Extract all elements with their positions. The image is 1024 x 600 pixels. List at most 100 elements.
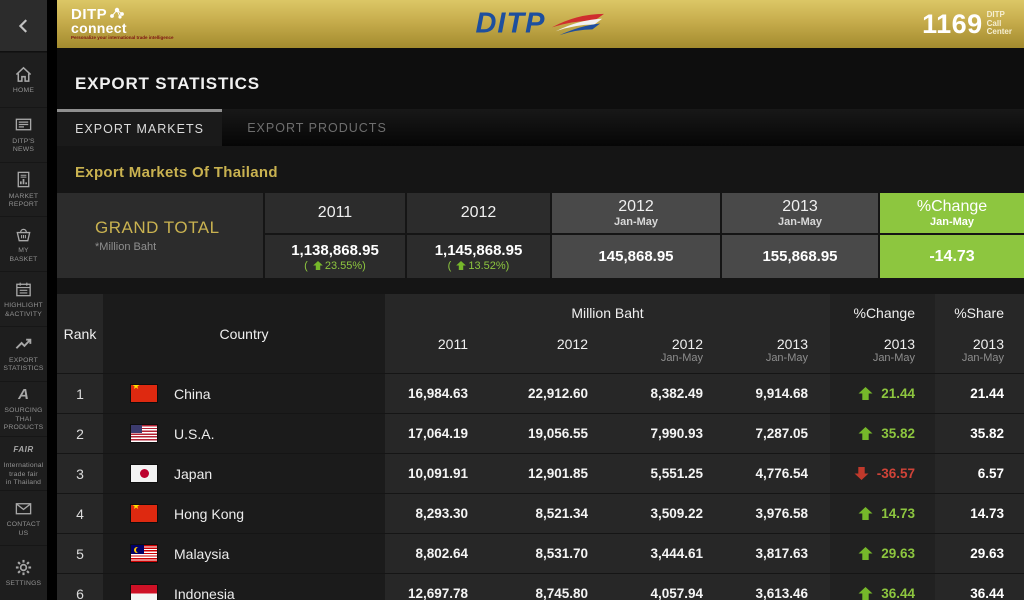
- rank-column-header: Rank: [57, 294, 103, 373]
- tab-export-markets[interactable]: EXPORT MARKETS: [57, 109, 222, 146]
- change-value: 21.44: [881, 386, 915, 401]
- id-flag-icon: [131, 585, 157, 600]
- percent-share-title: %Share: [954, 305, 1004, 321]
- rank-cell: 6: [57, 574, 103, 600]
- rank-cell: 4: [57, 494, 103, 533]
- ditp-logo: DITP: [475, 8, 605, 41]
- arrow-up-icon: [858, 587, 873, 600]
- value-cell: 12,901.85: [490, 454, 610, 493]
- brand-tagline: Personalize your international trade int…: [71, 35, 174, 41]
- country-cell: Japan: [103, 454, 385, 493]
- jp-flag-icon: [131, 465, 157, 482]
- year-subheaders: 2011 2012 2012 Jan-May 2013 Jan-May: [385, 335, 830, 364]
- value-cell: 5,551.25: [610, 454, 725, 493]
- sidebar-item-home[interactable]: HOME: [0, 52, 47, 107]
- arrow-up-icon: [858, 387, 873, 400]
- tab-export-products[interactable]: EXPORT PRODUCTS: [222, 109, 412, 146]
- sidebar-item-ditps-news[interactable]: DITP'S NEWS: [0, 106, 47, 162]
- value-cell: 12,697.78: [385, 574, 490, 600]
- sidebar-item-trade-fair[interactable]: FAIR International trade fair in Thailand: [0, 435, 47, 491]
- sidebar-item-label: International trade fair in Thailand: [3, 462, 44, 487]
- percent-share-column-header: %Share 2013 Jan-May: [935, 294, 1024, 373]
- table-row[interactable]: 1 ★ China 16,984.63 22,912.60 8,382.49 9,914.6…: [57, 374, 1024, 413]
- arrow-down-icon: [854, 467, 869, 480]
- share-cell: 29.63: [935, 534, 1024, 573]
- sidebar-item-market-report[interactable]: MARKET REPORT: [0, 161, 47, 217]
- sidebar-item-label: DITP'S NEWS: [12, 137, 35, 154]
- grand-total-unit: *Million Baht: [95, 241, 157, 253]
- grand-total-title: GRAND TOTAL: [95, 218, 220, 237]
- grand-total-column-3: 2013 Jan-May 155,868.95: [722, 193, 878, 278]
- country-name: U.S.A.: [174, 425, 215, 442]
- ditp-swoosh-icon: [551, 13, 604, 35]
- chevron-left-icon: [18, 18, 27, 33]
- grand-total-column-value: 1,138,868.95( 23.55%): [265, 235, 405, 278]
- sidebar-item-settings[interactable]: SETTINGS: [0, 545, 47, 600]
- statistics-sheet: Export Markets Of Thailand GRAND TOTAL *…: [57, 146, 1024, 600]
- country-cell: ★ China: [103, 374, 385, 413]
- report-icon: [14, 170, 33, 190]
- main-column: DITP connect Personalize your internatio…: [47, 0, 1024, 600]
- grand-total-column-header: 2012: [407, 193, 550, 233]
- sidebar-item-highlight-activity[interactable]: HIGHLIGHT &ACTIVITY: [0, 271, 47, 326]
- change-cell: 14.73: [830, 494, 935, 533]
- calendar-icon: [14, 279, 33, 299]
- back-button[interactable]: [0, 0, 47, 52]
- table-row[interactable]: 6 Indonesia 12,697.78 8,745.80 4,057.94 3,613…: [57, 574, 1024, 600]
- change-period: Jan-May: [872, 351, 915, 364]
- value-cell: 4,776.54: [725, 454, 830, 493]
- arrow-up-icon: [313, 261, 323, 270]
- sidebar-item-export-statistics[interactable]: EXPORT STATISTICS: [0, 325, 47, 381]
- tab-bar: EXPORT MARKETS EXPORT PRODUCTS: [57, 109, 1024, 146]
- country-cell: ★ Hong Kong: [103, 494, 385, 533]
- news-icon: [14, 115, 33, 135]
- us-flag-icon: [131, 425, 157, 442]
- change-value: 29.63: [881, 546, 915, 561]
- trend-icon: [14, 334, 33, 354]
- year-column-header: 2012: [556, 335, 588, 352]
- change-value: 14.73: [881, 506, 915, 521]
- country-cell: U.S.A.: [103, 414, 385, 453]
- content-area: EXPORT STATISTICS EXPORT MARKETS EXPORT …: [57, 48, 1024, 600]
- table-row[interactable]: 3 Japan 10,091.91 12,901.85 5,551.25 4,776.54…: [57, 454, 1024, 493]
- value-cell: 8,745.80: [490, 574, 610, 600]
- value-cell: 9,914.68: [725, 374, 830, 413]
- grand-total-column-header: 2012 Jan-May: [552, 193, 720, 233]
- sidebar-item-label: SETTINGS: [5, 580, 42, 588]
- grand-total-column-header: 2011: [265, 193, 405, 233]
- value-cell: 16,984.63: [385, 374, 490, 413]
- arrow-up-icon: [858, 427, 873, 440]
- grand-total-label-cell: GRAND TOTAL *Million Baht: [57, 193, 263, 278]
- grand-total-change: ( 23.55%): [304, 259, 366, 272]
- value-cell: 8,521.34: [490, 494, 610, 533]
- rank-cell: 5: [57, 534, 103, 573]
- share-cell: 35.82: [935, 414, 1024, 453]
- country-cell: Malaysia: [103, 534, 385, 573]
- table-row[interactable]: 2 U.S.A. 17,064.19 19,056.55 7,990.93 7,287.0…: [57, 414, 1024, 453]
- table-row[interactable]: 5 Malaysia 8,802.64 8,531.70 3,444.61 3,817.6…: [57, 534, 1024, 573]
- country-name: Malaysia: [174, 545, 230, 562]
- sidebar-nav: HOME DITP'S NEWS MARKET REPORT MY BASKET HIGHLI…: [0, 52, 47, 600]
- value-cell: 3,976.58: [725, 494, 830, 533]
- sidebar-item-label: SOURCING THAI PRODUCTS: [3, 407, 44, 432]
- year-column-header: 2013 Jan-May: [765, 335, 808, 364]
- value-cell: 8,802.64: [385, 534, 490, 573]
- top-header: DITP connect Personalize your internatio…: [57, 0, 1024, 48]
- grand-total-table: GRAND TOTAL *Million Baht 2011 1,138,868.…: [57, 193, 1024, 278]
- sourcing-icon: A: [18, 385, 29, 403]
- sidebar-item-my-basket[interactable]: MY BASKET: [0, 216, 47, 271]
- value-cell: 10,091.91: [385, 454, 490, 493]
- year-column-header: 2011: [437, 335, 468, 352]
- table-row[interactable]: 4 ★ Hong Kong 8,293.30 8,521.34 3,509.22 3,976…: [57, 494, 1024, 533]
- value-cell: 8,382.49: [610, 374, 725, 413]
- sidebar-item-label: EXPORT STATISTICS: [3, 356, 44, 373]
- arrow-up-icon: [858, 507, 873, 520]
- change-cell: 36.44: [830, 574, 935, 600]
- sidebar-item-sourcing-thai-products[interactable]: A SOURCING THAI PRODUCTS: [0, 380, 47, 436]
- share-cell: 21.44: [935, 374, 1024, 413]
- grand-total-column-value: 1,145,868.95( 13.52%): [407, 235, 550, 278]
- sidebar-item-contact-us[interactable]: CONTACT US: [0, 490, 47, 545]
- ditp-connect-logo[interactable]: DITP connect Personalize your internatio…: [71, 7, 174, 41]
- value-cell: 7,287.05: [725, 414, 830, 453]
- change-cell: 29.63: [830, 534, 935, 573]
